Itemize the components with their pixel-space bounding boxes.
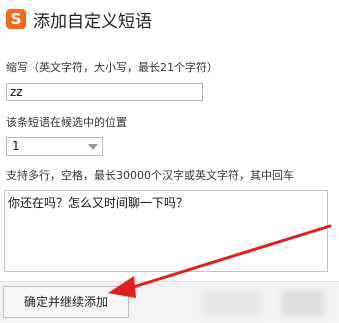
abbreviation-label: 缩写（英文字符，大小写，最长21个字符） [6, 61, 218, 74]
abbreviation-input[interactable]: zz [6, 83, 203, 101]
annotation-arrow-icon [108, 224, 332, 298]
phrase-textarea[interactable]: 你还在吗？怎么又时间聊一下吗？ [4, 190, 328, 272]
blurred-button [282, 290, 324, 316]
window-title: 添加自定义短语 [33, 12, 152, 32]
phrase-label: 支持多行，空格，最长30000个汉字或英文字符，其中回车 [6, 169, 294, 182]
confirm-and-continue-button[interactable]: 确定并继续添加 [3, 286, 129, 318]
sogou-logo-icon: S [6, 9, 26, 29]
position-select[interactable]: 1 [6, 137, 103, 156]
position-label: 该条短语在候选中的位置 [6, 116, 127, 129]
blurred-button [203, 290, 261, 316]
title-bar: S 添加自定义短语 [0, 0, 339, 40]
position-select-value: 1 [12, 139, 20, 153]
chevron-down-icon[interactable] [88, 144, 98, 150]
